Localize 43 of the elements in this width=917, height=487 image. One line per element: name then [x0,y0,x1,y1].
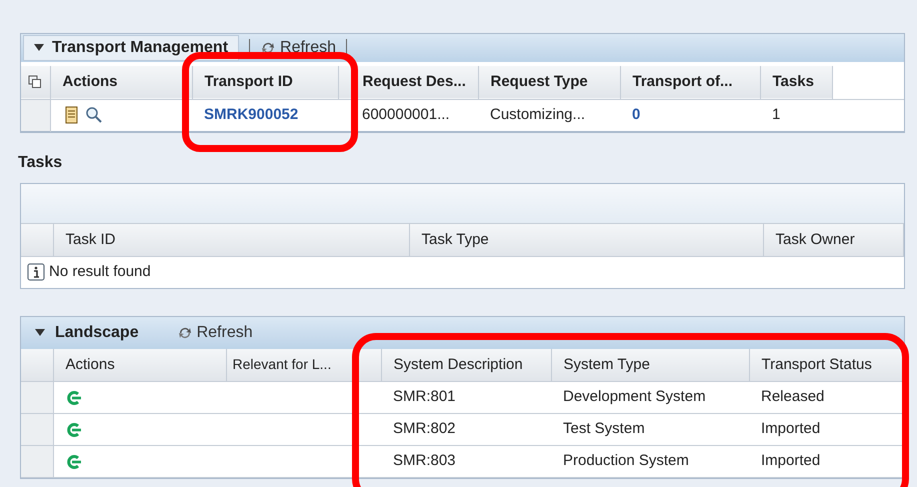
section-title: Tasks [18,152,64,172]
column-settings-icon[interactable] [28,75,42,90]
column-header[interactable]: Actions [50,66,192,99]
table-cell: Development System [563,388,706,406]
refresh-button[interactable]: Refresh [260,36,336,60]
column-header[interactable]: Request Type [478,66,620,99]
collapse-icon[interactable] [35,328,45,336]
search-icon[interactable] [84,106,102,124]
column-header[interactable]: Transport of... [620,66,760,99]
column-header[interactable]: Task Owner [763,224,904,256]
collapse-icon[interactable] [34,44,44,52]
transport-count-link[interactable]: 0 [632,106,640,123]
table-cell: Customizing... [490,106,586,123]
column-header[interactable]: System Type [551,348,749,382]
column-header[interactable]: Tasks [760,66,832,99]
refresh-button[interactable]: Refresh [176,320,253,344]
connect-icon[interactable] [66,422,82,436]
connect-icon[interactable] [66,390,82,404]
table-cell: SMR:801 [393,388,456,406]
column-header[interactable]: Task ID [53,224,409,256]
column-header[interactable]: Transport ID [192,66,338,99]
table-cell: Test System [563,420,645,438]
table-cell: Imported [761,452,820,470]
scroll-icon[interactable] [62,105,80,125]
column-header[interactable]: Actions [53,348,226,382]
column-header[interactable]: Request Des... [338,66,478,99]
table-cell: SMR:803 [393,452,456,470]
table-cell: Released [761,388,824,406]
panel-title-tab[interactable]: Transport Management [23,35,240,61]
transport-id-link[interactable]: SMRK900052 [204,106,298,123]
table-cell: 600000001... [362,106,450,123]
panel-title-toggle[interactable]: Landscape [35,320,139,344]
table-cell: SMR:802 [393,420,456,438]
column-header[interactable]: Relevant for L... [226,348,381,382]
column-header[interactable]: Task Type [409,224,763,256]
table-cell: Imported [761,420,820,438]
table-cell: Production System [563,452,689,470]
column-header[interactable]: System Description [381,348,551,382]
connect-icon[interactable] [66,454,82,468]
empty-message: No result found [49,262,151,282]
table-cell: 1 [772,106,780,123]
column-header[interactable]: Transport Status [749,348,904,382]
info-icon [27,263,45,282]
